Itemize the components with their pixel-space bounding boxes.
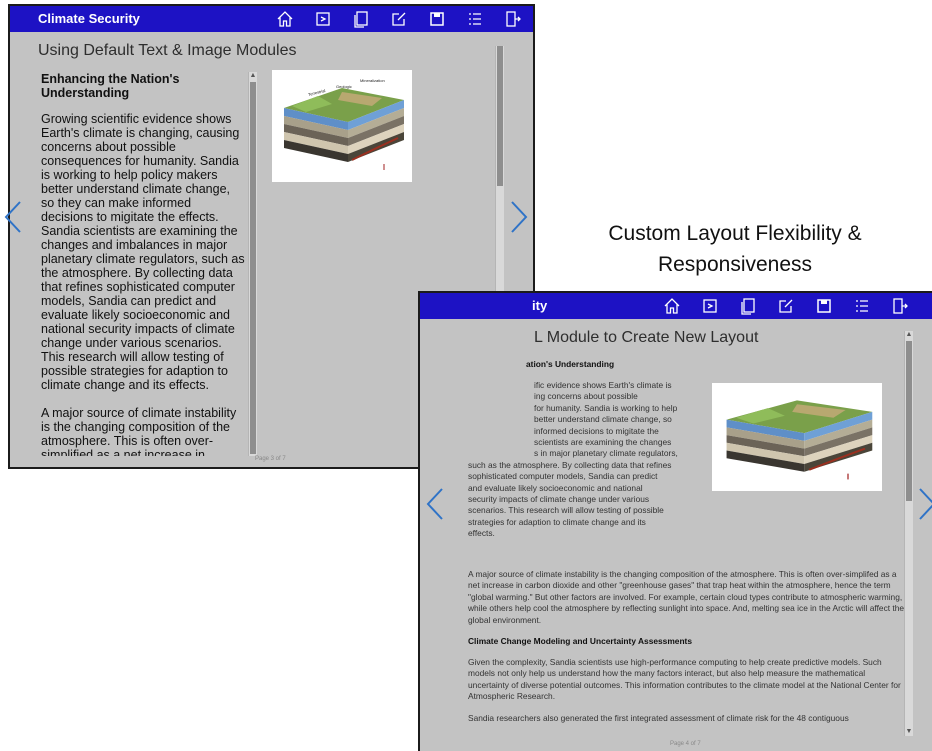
page-scroll-thumb-2[interactable]: [906, 341, 912, 501]
prev-page-arrow[interactable]: [2, 200, 24, 234]
intro-line: better understand climate change, so: [534, 414, 672, 425]
image-label-geologic: Geologic: [336, 84, 352, 89]
article-heading-2: ation's Understanding: [526, 359, 615, 369]
toolbar-icons-2: [662, 296, 910, 316]
page-indicator-2: Page 4 of 7: [670, 741, 701, 747]
intro-line: scenarios. This research will allow test…: [468, 505, 664, 516]
scroll-up-arrow[interactable]: ▲: [249, 72, 257, 80]
intro-line: ing concerns about possible: [534, 391, 638, 402]
intro-line: security impacts of climate change under…: [468, 494, 650, 505]
intro-line: such as the atmosphere. By collecting da…: [468, 459, 672, 470]
intro-line: effects.: [468, 528, 495, 539]
intro-line: ific evidence shows Earth's climate is: [534, 380, 672, 390]
intro-line: and evaluate likely socioeconomic and na…: [468, 482, 643, 493]
article-paragraph-2b: A major source of climate instability is…: [468, 569, 905, 625]
app-title-2: ity: [532, 298, 548, 313]
home-icon[interactable]: [275, 9, 295, 29]
article-heading: Enhancing the Nation's Understanding: [41, 72, 180, 100]
prev-page-arrow-2[interactable]: [424, 487, 446, 521]
subheading-modeling: Climate Change Modeling and Uncertainty …: [468, 636, 693, 647]
bookmark-icon[interactable]: [313, 9, 333, 29]
list-icon[interactable]: [852, 296, 872, 316]
bookmark-icon[interactable]: [700, 296, 720, 316]
geology-layers-image-2: [712, 383, 882, 491]
reader-window-custom: ity L Module to Create New Layout ation'…: [418, 291, 932, 751]
intro-lines: ific evidence shows Earth's climate is i…: [468, 380, 718, 540]
caption-line-1: Custom Layout Flexibility &: [608, 222, 862, 245]
app-toolbar-2: ity: [420, 293, 932, 319]
article-text-bottom: A major source of climate instability is…: [468, 569, 908, 735]
slide-caption: Custom Layout Flexibility & Responsivene…: [540, 218, 930, 280]
app-toolbar: Climate Security: [10, 6, 533, 32]
scroll-thumb[interactable]: [250, 82, 256, 454]
list-icon[interactable]: [465, 9, 485, 29]
exit-icon[interactable]: [890, 296, 910, 316]
intro-line: informed decisions to migitate the: [534, 425, 659, 436]
save-icon[interactable]: [814, 296, 834, 316]
image-label-mineralization: Mineralization: [360, 78, 385, 83]
save-icon[interactable]: [427, 9, 447, 29]
caption-line-2: Responsiveness: [657, 253, 813, 276]
copy-icon[interactable]: [351, 9, 371, 29]
toolbar-icons: [275, 9, 523, 29]
intro-line: strategies for adaption to climate chang…: [468, 516, 646, 527]
page-scroll-thumb[interactable]: [497, 46, 503, 186]
copy-icon[interactable]: [738, 296, 758, 316]
intro-line: scientists are examining the changes: [534, 437, 672, 448]
app-title: Climate Security: [38, 11, 140, 26]
home-icon[interactable]: [662, 296, 682, 316]
article-paragraph-3: Given the complexity, Sandia scientists …: [468, 657, 901, 702]
intro-line: s in major planetary climate regulators,: [534, 448, 678, 459]
next-page-arrow[interactable]: [508, 200, 530, 234]
page-scroll-down-arrow-2[interactable]: ▼: [905, 728, 913, 736]
article-text-column: Enhancing the Nation's Understanding Gro…: [41, 72, 245, 456]
article-paragraph-2: A major source of climate instability is…: [41, 406, 237, 456]
article-paragraph-1: Growing scientific evidence shows Earth'…: [41, 112, 245, 392]
edit-icon[interactable]: [389, 9, 409, 29]
page-scrollbar-2[interactable]: ▲ ▼: [904, 331, 913, 736]
exit-icon[interactable]: [503, 9, 523, 29]
page-title: Using Default Text & Image Modules: [38, 42, 297, 59]
article-paragraph-4: Sandia researchers also generated the fi…: [468, 712, 849, 723]
next-page-arrow-2[interactable]: [916, 487, 932, 521]
article-text-top: ation's Understanding ific evidence show…: [468, 359, 718, 559]
page-title-2: L Module to Create New Layout: [534, 329, 759, 346]
text-column-scrollbar[interactable]: ▲: [248, 72, 257, 456]
edit-icon[interactable]: [776, 296, 796, 316]
page-scroll-up-arrow[interactable]: ▲: [905, 331, 913, 339]
page-indicator: Page 3 of 7: [255, 456, 286, 462]
intro-line: for humanity. Sandia is working to help: [534, 402, 678, 413]
intro-line: sophisticated computer models, Sandia ca…: [468, 471, 658, 482]
